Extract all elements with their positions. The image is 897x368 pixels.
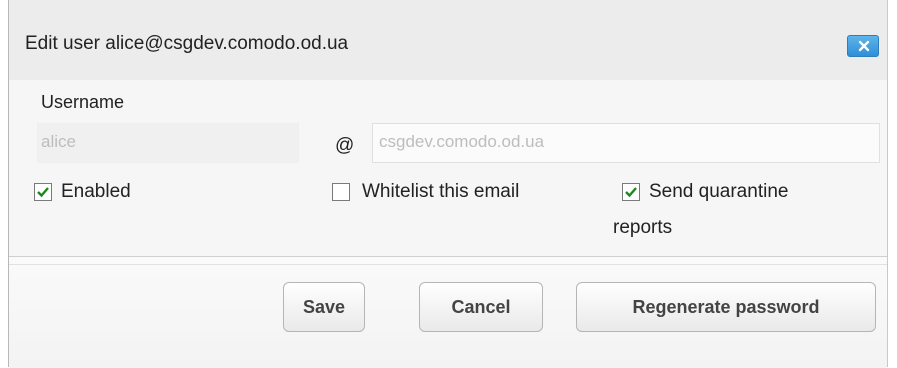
quarantine-label-line1: Send quarantine [649, 181, 789, 202]
quarantine-checkbox[interactable] [622, 183, 640, 201]
close-icon [858, 40, 870, 52]
whitelist-label: Whitelist this email [362, 181, 520, 202]
at-sign: @ [335, 135, 355, 156]
dialog-form [9, 80, 887, 256]
username-label: Username [41, 92, 125, 112]
cancel-button[interactable]: Cancel [419, 282, 543, 332]
domain-input[interactable]: csgdev.comodo.od.ua [372, 123, 880, 163]
edit-user-dialog: Edit user alice@csgdev.comodo.od.ua User… [8, 0, 888, 368]
enabled-label: Enabled [61, 181, 131, 202]
regenerate-password-button[interactable]: Regenerate password [576, 282, 876, 332]
enabled-checkbox[interactable] [34, 183, 52, 201]
checkmark-icon [625, 187, 637, 198]
dialog-titlebar: Edit user alice@csgdev.comodo.od.ua [9, 0, 887, 81]
checkmark-icon [37, 187, 49, 198]
username-input[interactable]: alice [37, 123, 299, 163]
close-button[interactable] [847, 35, 879, 57]
footer-divider [9, 264, 887, 265]
save-button[interactable]: Save [283, 282, 365, 332]
dialog-title: Edit user alice@csgdev.comodo.od.ua [25, 33, 349, 54]
whitelist-checkbox[interactable] [332, 183, 350, 201]
quarantine-label-line2: reports [613, 217, 673, 238]
